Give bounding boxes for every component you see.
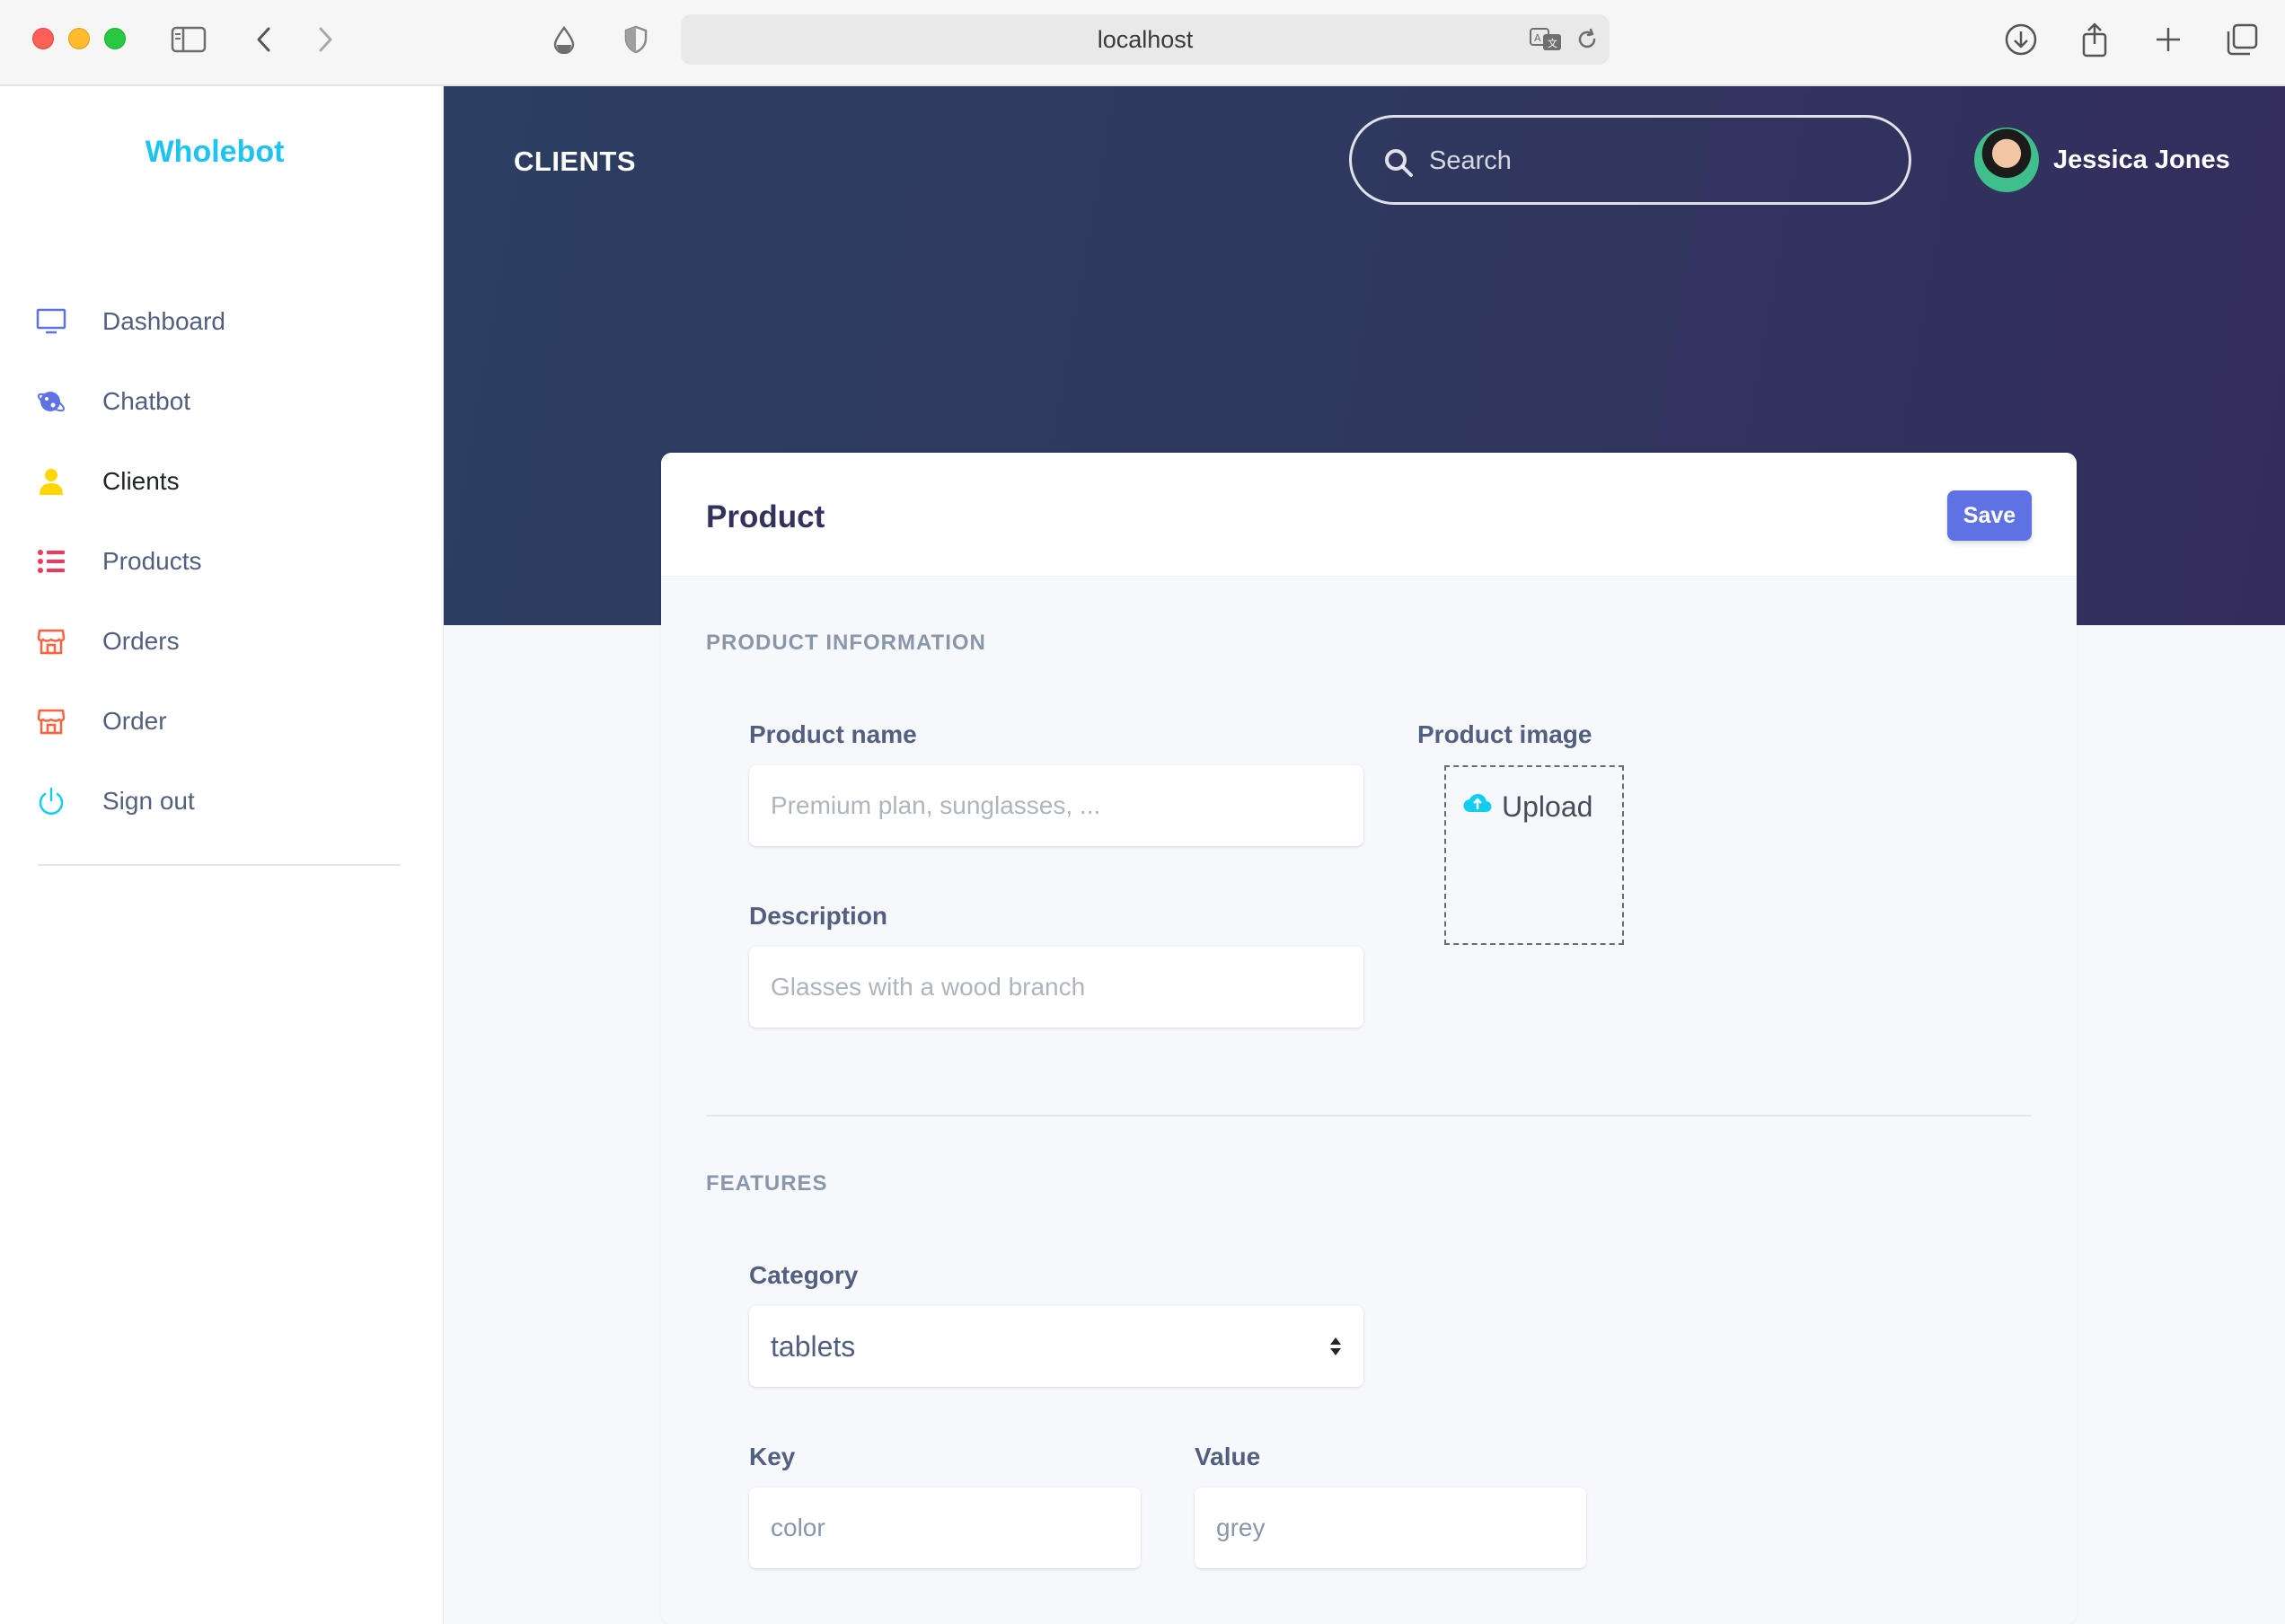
description-label: Description — [749, 902, 888, 930]
category-select[interactable]: tablets — [749, 1306, 1363, 1387]
address-text: localhost — [1097, 25, 1194, 53]
shop-icon — [34, 704, 68, 738]
maximize-window-button[interactable] — [104, 28, 126, 49]
product-name-label: Product name — [749, 720, 917, 748]
list-icon — [34, 544, 68, 578]
avatar[interactable] — [1974, 128, 2039, 192]
sidebar-item-order[interactable]: Order — [0, 694, 444, 748]
search-input[interactable] — [1429, 136, 1878, 186]
back-icon[interactable] — [244, 20, 284, 59]
sidebar-item-label: Orders — [102, 627, 180, 655]
user-name[interactable]: Jessica Jones — [2053, 146, 2230, 175]
address-bar[interactable]: localhost A文 — [681, 14, 1610, 65]
reload-icon[interactable] — [1575, 25, 1599, 54]
product-card: Product Save PRODUCT INFORMATION Product… — [661, 453, 2077, 1624]
save-button[interactable]: Save — [1947, 490, 2032, 541]
value-input[interactable] — [1195, 1487, 1586, 1568]
value-label: Value — [1195, 1443, 1261, 1470]
key-input[interactable] — [749, 1487, 1141, 1568]
product-image-dropzone[interactable]: Upload — [1444, 765, 1624, 945]
sidebar-divider — [38, 864, 401, 866]
svg-text:A: A — [1534, 32, 1541, 44]
features-heading: FEATURES — [706, 1171, 828, 1196]
sidebar-item-products[interactable]: Products — [0, 534, 444, 588]
sidebar-toggle-icon[interactable] — [169, 20, 208, 59]
download-icon[interactable] — [2001, 20, 2041, 59]
sidebar-item-chatbot[interactable]: Chatbot — [0, 375, 444, 428]
cloud-upload-icon — [1463, 793, 1492, 813]
sidebar-item-dashboard[interactable]: Dashboard — [0, 295, 444, 349]
browser-toolbar: localhost A文 — [0, 0, 2285, 86]
sidebar-item-label: Products — [102, 547, 202, 575]
share-icon[interactable] — [2075, 20, 2114, 59]
sidebar-item-label: Clients — [102, 467, 180, 495]
new-tab-icon[interactable] — [2148, 20, 2188, 59]
translate-icon[interactable]: A文 — [1529, 25, 1565, 54]
sidebar-item-label: Sign out — [102, 787, 195, 815]
sidebar-item-label: Order — [102, 707, 167, 735]
search-icon — [1385, 149, 1413, 177]
category-selected-value: tablets — [771, 1329, 856, 1363]
select-caret-icon — [1330, 1337, 1341, 1355]
card-title: Product — [706, 499, 825, 534]
sidebar-item-orders[interactable]: Orders — [0, 614, 444, 668]
product-information-heading: PRODUCT INFORMATION — [706, 631, 986, 655]
page-title[interactable]: CLIENTS — [514, 146, 636, 178]
minimize-window-button[interactable] — [68, 28, 90, 49]
user-icon — [34, 464, 68, 499]
card-header: Product Save — [661, 453, 2077, 577]
sidebar-item-label: Chatbot — [102, 387, 191, 415]
description-input[interactable] — [749, 947, 1363, 1028]
tab-overview-icon[interactable] — [2222, 20, 2262, 59]
sidebar: Wholebot Dashboard Chatbot Clients Produ… — [0, 86, 444, 1624]
upload-label: Upload — [1502, 790, 1593, 823]
sidebar-item-sign-out[interactable]: Sign out — [0, 774, 444, 828]
forward-icon[interactable] — [305, 20, 345, 59]
brand-logo[interactable]: Wholebot — [0, 135, 429, 170]
close-window-button[interactable] — [32, 28, 54, 49]
shop-icon — [34, 624, 68, 658]
water-drop-icon[interactable] — [544, 20, 584, 59]
shield-icon[interactable] — [616, 20, 656, 59]
section-divider — [706, 1115, 2032, 1116]
product-name-input[interactable] — [749, 765, 1363, 846]
sidebar-item-label: Dashboard — [102, 307, 225, 335]
product-image-label: Product image — [1417, 720, 1592, 748]
category-label: Category — [749, 1261, 859, 1289]
planet-icon — [34, 384, 68, 419]
monitor-icon — [34, 304, 68, 339]
power-icon — [34, 784, 68, 818]
key-label: Key — [749, 1443, 796, 1470]
search-bar[interactable] — [1349, 115, 1911, 205]
svg-text:文: 文 — [1548, 37, 1557, 49]
sidebar-item-clients[interactable]: Clients — [0, 455, 444, 508]
